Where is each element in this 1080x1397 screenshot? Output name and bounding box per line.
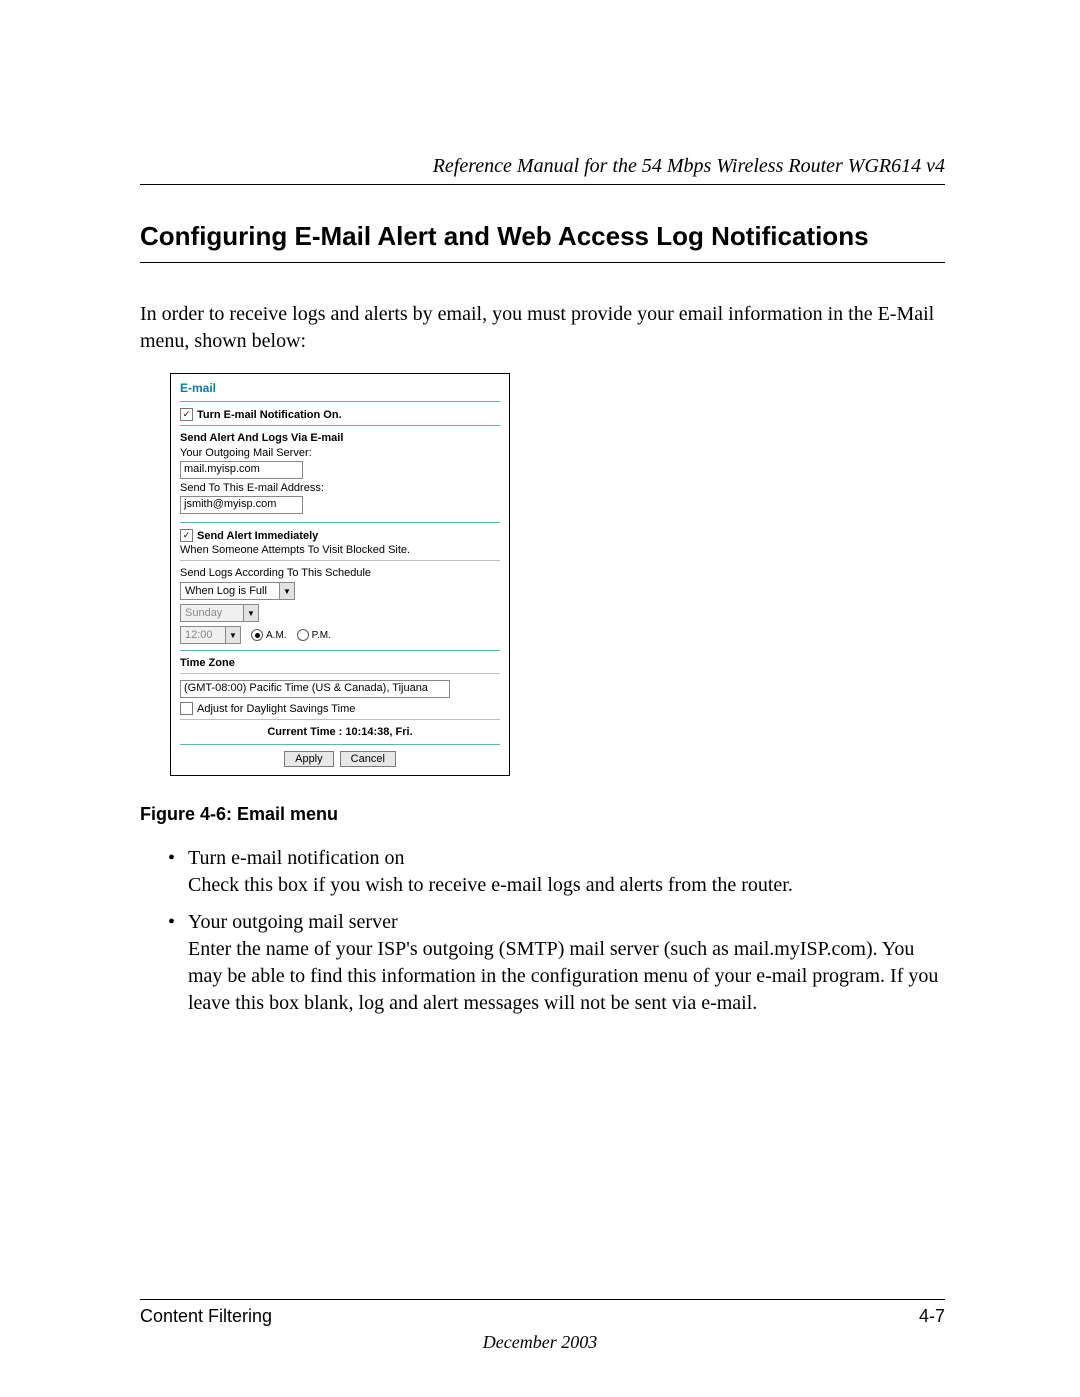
document-page: Reference Manual for the 54 Mbps Wireles…: [0, 0, 1080, 1397]
outgoing-server-input[interactable]: mail.myisp.com: [180, 461, 303, 479]
divider: [180, 401, 500, 402]
immediate-alert-label: Send Alert Immediately: [197, 530, 318, 542]
chevron-down-icon: ▼: [243, 605, 258, 621]
list-item: Your outgoing mail server Enter the name…: [168, 909, 945, 1017]
schedule-time-select[interactable]: 12:00 ▼: [180, 626, 241, 644]
running-header: Reference Manual for the 54 Mbps Wireles…: [140, 155, 945, 185]
bullet-body: Enter the name of your ISP's outgoing (S…: [188, 938, 938, 1014]
panel-title: E-mail: [180, 381, 500, 395]
divider: [180, 719, 500, 720]
chevron-down-icon: ▼: [225, 627, 240, 643]
sendto-label: Send To This E-mail Address:: [180, 482, 500, 494]
schedule-frequency-select[interactable]: When Log is Full ▼: [180, 582, 295, 600]
current-time: Current Time : 10:14:38, Fri.: [180, 726, 500, 738]
am-label: A.M.: [266, 630, 287, 641]
bullet-title: Turn e-mail notification on: [188, 847, 404, 869]
schedule-time-row: 12:00 ▼ A.M. P.M.: [180, 626, 500, 644]
figure-caption: Figure 4-6: Email menu: [140, 804, 945, 825]
footer-right: 4-7: [919, 1306, 945, 1327]
notification-toggle-row: ✓ Turn E-mail Notification On.: [180, 408, 500, 421]
schedule-day-select[interactable]: Sunday ▼: [180, 604, 259, 622]
pm-label: P.M.: [312, 630, 331, 641]
radio-pm[interactable]: [297, 629, 309, 641]
footer-left: Content Filtering: [140, 1306, 272, 1327]
list-item: Turn e-mail notification on Check this b…: [168, 845, 945, 899]
divider: [180, 744, 500, 745]
notification-toggle-label: Turn E-mail Notification On.: [197, 409, 342, 421]
radio-am[interactable]: [251, 629, 263, 641]
immediate-alert-row: ✓ Send Alert Immediately: [180, 529, 500, 542]
checkbox-icon[interactable]: ✓: [180, 529, 193, 542]
email-panel: E-mail ✓ Turn E-mail Notification On. Se…: [170, 373, 510, 776]
footer-date: December 2003: [0, 1332, 1080, 1353]
schedule-day-value: Sunday: [181, 605, 243, 621]
bullet-body: Check this box if you wish to receive e-…: [188, 874, 793, 896]
schedule-time-value: 12:00: [181, 627, 225, 643]
timezone-input[interactable]: (GMT-08:00) Pacific Time (US & Canada), …: [180, 680, 450, 698]
checkbox-icon[interactable]: ✓: [180, 408, 193, 421]
button-row: Apply Cancel: [180, 751, 500, 767]
divider: [180, 522, 500, 523]
description-list: Turn e-mail notification on Check this b…: [140, 845, 945, 1017]
schedule-frequency-value: When Log is Full: [181, 583, 279, 599]
divider: [180, 650, 500, 651]
dst-row: Adjust for Daylight Savings Time: [180, 702, 500, 715]
intro-paragraph: In order to receive logs and alerts by e…: [140, 301, 945, 355]
section-title: Configuring E-Mail Alert and Web Access …: [140, 221, 945, 263]
outgoing-server-label: Your Outgoing Mail Server:: [180, 447, 500, 459]
apply-button[interactable]: Apply: [284, 751, 334, 767]
checkbox-icon[interactable]: [180, 702, 193, 715]
immediate-alert-sublabel: When Someone Attempts To Visit Blocked S…: [180, 544, 500, 556]
alerts-heading: Send Alert And Logs Via E-mail: [180, 432, 500, 444]
divider: [180, 425, 500, 426]
divider: [180, 560, 500, 561]
sendto-input[interactable]: jsmith@myisp.com: [180, 496, 303, 514]
page-footer: Content Filtering 4-7: [140, 1299, 945, 1327]
schedule-heading: Send Logs According To This Schedule: [180, 567, 500, 579]
chevron-down-icon: ▼: [279, 583, 294, 599]
bullet-title: Your outgoing mail server: [188, 911, 398, 933]
divider: [180, 673, 500, 674]
dst-label: Adjust for Daylight Savings Time: [197, 703, 355, 715]
timezone-heading: Time Zone: [180, 657, 500, 669]
cancel-button[interactable]: Cancel: [340, 751, 396, 767]
